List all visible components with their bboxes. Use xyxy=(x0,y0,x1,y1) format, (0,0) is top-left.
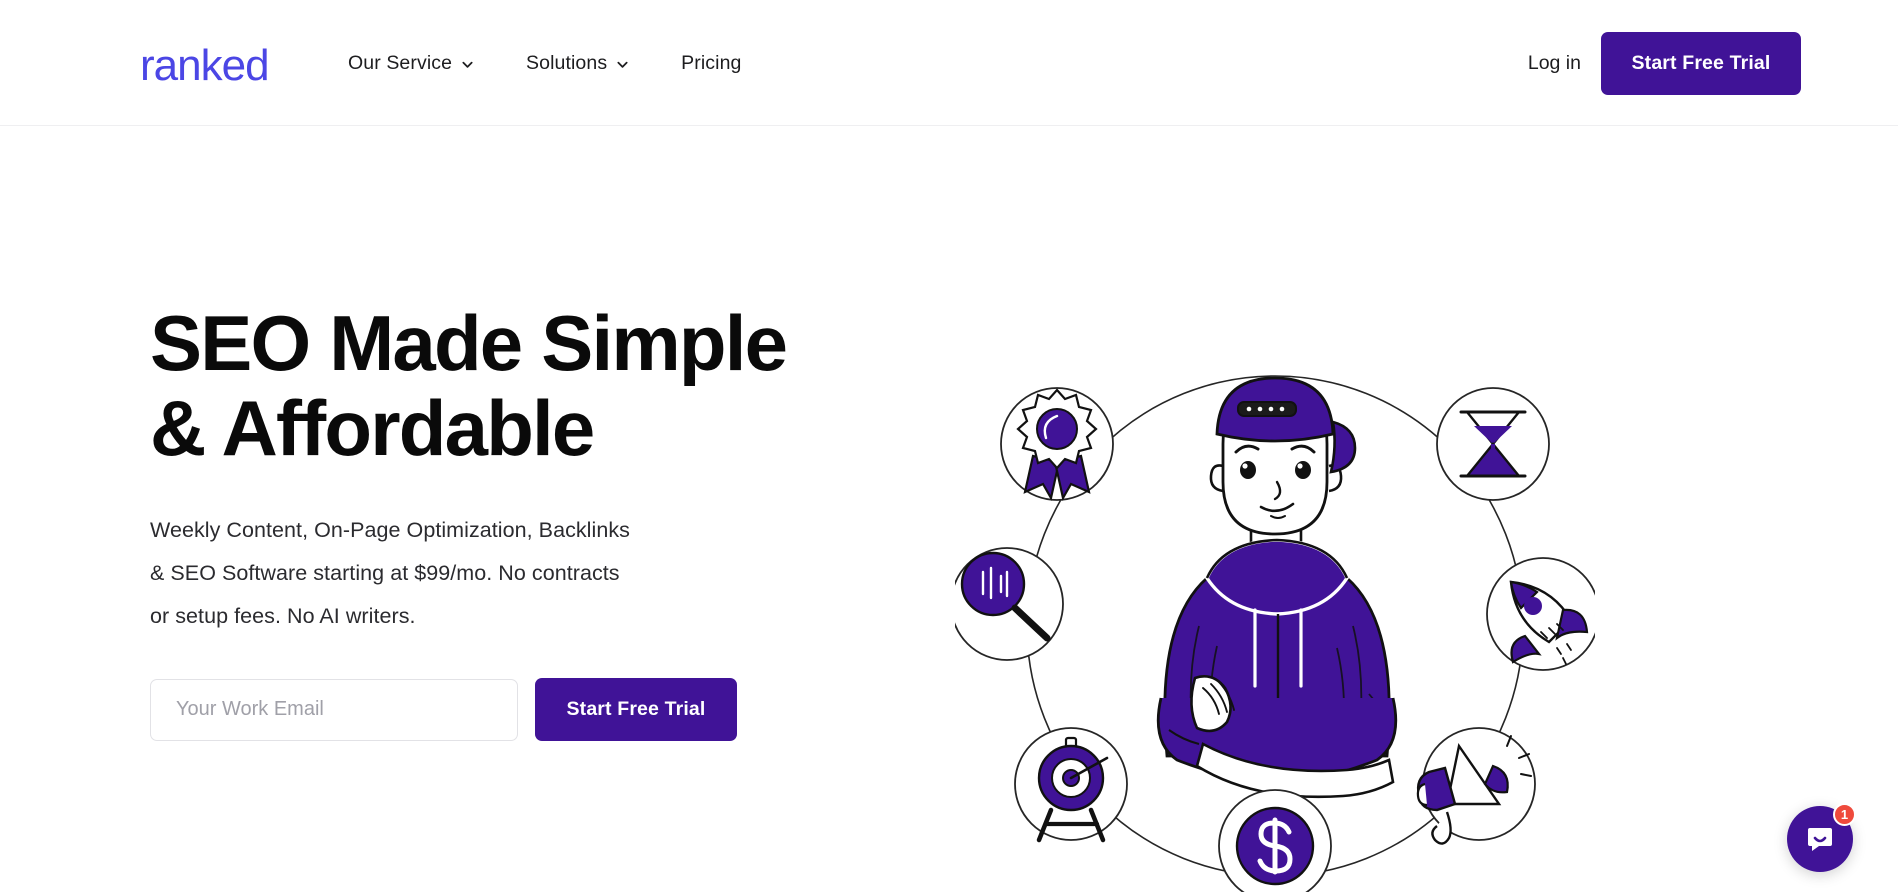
chat-unread-badge: 1 xyxy=(1833,803,1856,826)
magnifying-glass-icon xyxy=(955,547,1064,661)
award-ribbon-icon xyxy=(1000,387,1114,502)
hourglass-icon xyxy=(1436,387,1550,501)
nav-item-our-service[interactable]: Our Service xyxy=(348,0,500,126)
main-nav: Our Service Solutions Pricing xyxy=(348,0,767,126)
nav-item-label: Our Service xyxy=(348,51,453,74)
rocket-icon xyxy=(1486,557,1595,671)
work-email-input[interactable] xyxy=(150,678,518,741)
person-illustration xyxy=(1156,376,1398,799)
chat-launcher-button[interactable]: 1 xyxy=(1787,803,1856,872)
brand-logo[interactable]: ranked xyxy=(140,41,270,90)
hero-section: SEO Made Simple & Affordable Weekly Cont… xyxy=(0,126,1898,892)
nav-item-solutions[interactable]: Solutions xyxy=(500,0,655,126)
brand-logo-text: ranked xyxy=(140,41,270,90)
site-header: ranked Our Service Solutions Pricing Log… xyxy=(0,0,1898,126)
hero-subtitle: Weekly Content, On-Page Optimization, Ba… xyxy=(150,518,630,629)
chevron-down-icon xyxy=(616,58,629,71)
dollar-coin-icon xyxy=(1218,789,1332,892)
page-title: SEO Made Simple & Affordable xyxy=(150,299,788,473)
nav-item-pricing[interactable]: Pricing xyxy=(655,0,767,126)
nav-item-label: Pricing xyxy=(681,51,742,74)
megaphone-icon xyxy=(1416,727,1536,845)
start-free-trial-button-header[interactable]: Start Free Trial xyxy=(1601,31,1801,95)
start-free-trial-button-hero[interactable]: Start Free Trial xyxy=(535,678,737,742)
nav-item-label: Solutions xyxy=(526,51,608,74)
target-icon xyxy=(1014,727,1128,843)
hero-copy: SEO Made Simple & Affordable Weekly Cont… xyxy=(150,299,830,742)
login-link[interactable]: Log in xyxy=(1528,52,1581,75)
trial-signup-form: Start Free Trial xyxy=(150,678,830,742)
chevron-down-icon xyxy=(461,58,474,71)
chat-bubble-smile-icon xyxy=(1808,828,1832,851)
hero-illustration xyxy=(955,326,1595,892)
header-actions: Log in Start Free Trial xyxy=(1528,0,1898,126)
